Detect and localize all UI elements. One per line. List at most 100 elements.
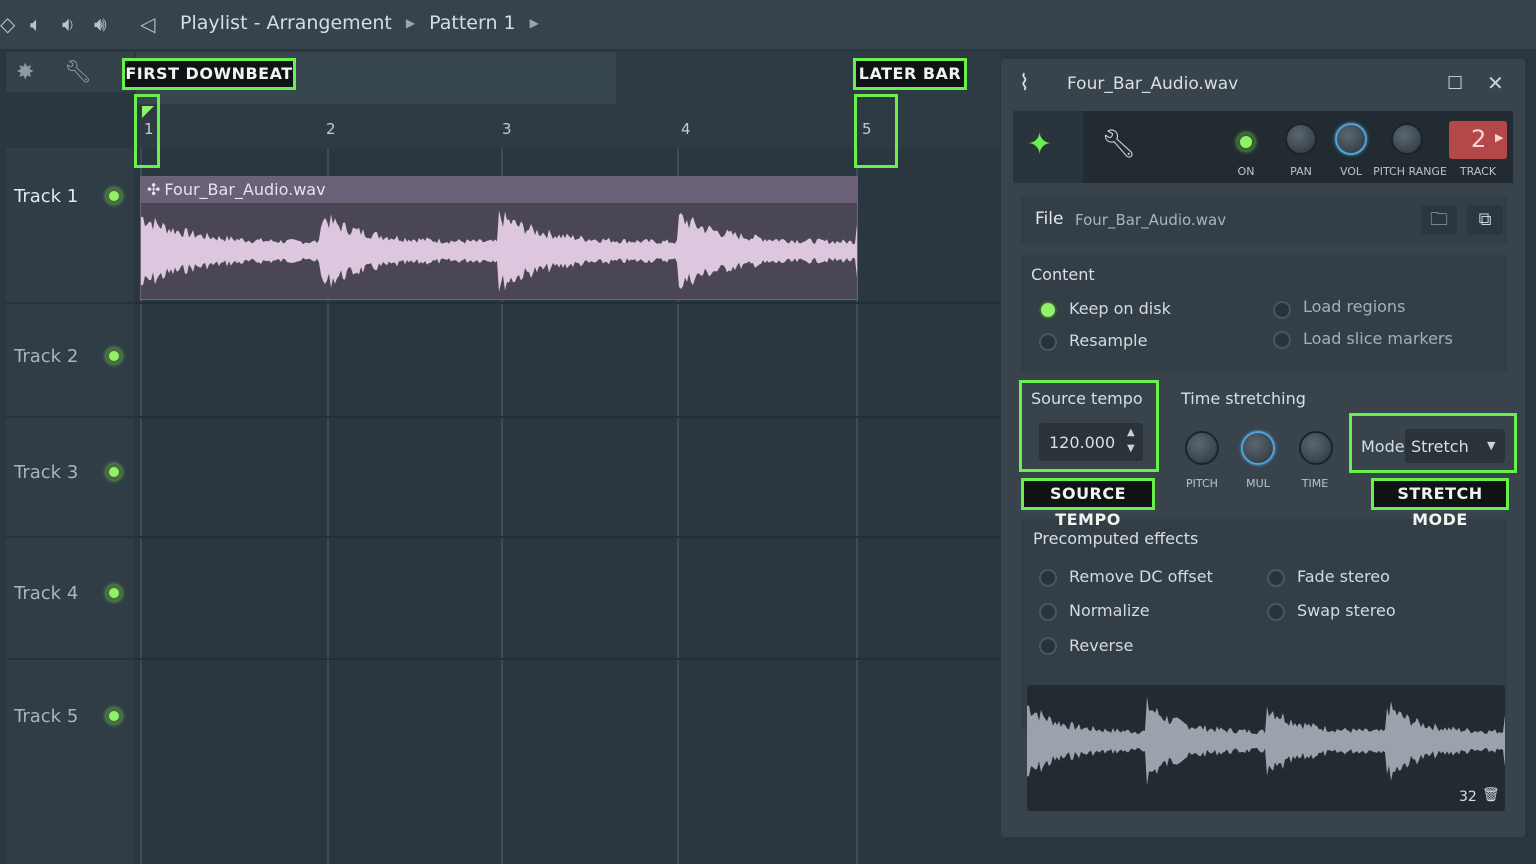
track-divider	[136, 302, 1000, 304]
track-header-column: Track 1 Track 2 Track 3 Track 4 Track 5	[6, 148, 134, 864]
breadcrumb-arrow-icon[interactable]: ▶	[530, 16, 539, 30]
track-name: Track 4	[14, 583, 79, 604]
breadcrumb-separator-icon: ▶	[405, 16, 416, 30]
remove-dc-offset-checkbox[interactable]	[1039, 569, 1057, 587]
highlight-bar-5	[854, 94, 898, 168]
file-browser-icon[interactable]: ⧉	[1467, 205, 1503, 235]
track-mute-led[interactable]	[106, 585, 122, 601]
swap-stereo-label[interactable]: Swap stereo	[1297, 601, 1396, 620]
waveform-shape	[1027, 696, 1505, 786]
audio-wave-icon: ✦	[1027, 127, 1053, 162]
track-name: Track 3	[14, 462, 79, 483]
waveform-shape	[141, 210, 857, 292]
track-name: Track 1	[14, 186, 79, 207]
maximize-icon[interactable]: ☐	[1447, 73, 1463, 94]
time-stretching-heading: Time stretching	[1181, 389, 1306, 408]
remove-dc-offset-label[interactable]: Remove DC offset	[1069, 567, 1213, 586]
track-name: Track 5	[14, 706, 79, 727]
back-arrow-icon[interactable]: ◇	[0, 14, 15, 34]
track-header-1[interactable]: Track 1	[6, 148, 134, 304]
pitch-range-label: PITCH RANGE	[1373, 165, 1447, 178]
clip-name: Four_Bar_Audio.wav	[164, 180, 326, 199]
stretch-time-knob[interactable]	[1299, 431, 1333, 465]
bar-label-4: 4	[681, 120, 691, 138]
track-mute-led[interactable]	[106, 348, 122, 364]
breadcrumb-playlist[interactable]: Playlist - Arrangement	[180, 12, 392, 34]
load-regions-label[interactable]: Load regions	[1303, 297, 1405, 316]
bar-label-3: 3	[502, 120, 512, 138]
panel-header[interactable]: ⌇ Four_Bar_Audio.wav ☐ ✕	[1001, 59, 1527, 109]
track-name: Track 2	[14, 346, 79, 367]
track-header-2[interactable]: Track 2	[6, 304, 134, 418]
stretch-mul-knob[interactable]	[1241, 431, 1275, 465]
track-divider	[136, 658, 1000, 660]
track-header-5[interactable]: Track 5	[6, 660, 134, 864]
preview-waveform	[1027, 696, 1505, 786]
waveform-icon: ⌇	[1019, 71, 1030, 96]
track-mute-led[interactable]	[106, 708, 122, 724]
speaker-mid-icon[interactable]: 🔉︎	[62, 14, 75, 34]
resample-radio[interactable]	[1039, 333, 1057, 351]
breadcrumb-pattern[interactable]: Pattern 1	[429, 12, 515, 34]
stretch-time-label: TIME	[1301, 477, 1329, 490]
stretch-pitch-knob[interactable]	[1185, 431, 1219, 465]
callout-stretch-mode: STRETCH MODE	[1371, 478, 1509, 529]
close-icon[interactable]: ✕	[1487, 71, 1504, 95]
clip-audio-icon: ✣	[147, 180, 161, 199]
bar-label-2: 2	[326, 120, 336, 138]
audio-clip[interactable]: ✣ Four_Bar_Audio.wav	[140, 176, 858, 300]
swap-stereo-checkbox[interactable]	[1267, 603, 1285, 621]
highlight-bar-1	[134, 94, 160, 168]
reverse-label[interactable]: Reverse	[1069, 636, 1133, 655]
keep-on-disk-label[interactable]: Keep on disk	[1069, 299, 1171, 318]
playlist-speaker-icon[interactable]: ◁	[140, 14, 155, 34]
callout-later-bar: LATER BAR	[853, 58, 967, 90]
load-slice-markers-radio[interactable]	[1273, 331, 1291, 349]
trash-icon[interactable]: 🗑︎	[1482, 787, 1500, 803]
callout-first-downbeat: FIRST DOWNBEAT	[122, 58, 296, 90]
clip-waveform	[141, 210, 857, 292]
speaker-low-icon[interactable]: 🔈︎	[30, 14, 42, 34]
snap-star-icon[interactable]: ✸	[16, 60, 34, 85]
mixer-track-selector[interactable]: 2 ▶	[1449, 121, 1507, 159]
sample-waveform-preview[interactable]: 32 🗑︎	[1027, 685, 1505, 811]
keep-on-disk-radio[interactable]	[1039, 301, 1057, 319]
content-section: Content Keep on disk Resample Load regio…	[1021, 255, 1507, 373]
load-regions-radio[interactable]	[1273, 301, 1291, 319]
pitch-range-knob[interactable]	[1391, 123, 1423, 155]
track-label: TRACK	[1459, 165, 1497, 178]
open-folder-icon[interactable]: 🗀	[1421, 205, 1457, 235]
highlight-source-tempo	[1019, 380, 1159, 472]
track-mute-led[interactable]	[106, 464, 122, 480]
channel-controls: ✦ 🔧︎ ON PAN VOL PITCH RANGE 2 ▶ TRACK	[1013, 111, 1513, 183]
track-mute-led[interactable]	[106, 188, 122, 204]
load-slice-markers-label[interactable]: Load slice markers	[1303, 329, 1453, 348]
tab-audio[interactable]: ✦	[1013, 111, 1083, 183]
panel-title: Four_Bar_Audio.wav	[1067, 74, 1239, 94]
breadcrumb: Playlist - Arrangement ▶ Pattern 1 ▶	[180, 12, 539, 34]
highlight-stretch-mode	[1349, 413, 1517, 473]
reverse-checkbox[interactable]	[1039, 637, 1057, 655]
fade-stereo-checkbox[interactable]	[1267, 569, 1285, 587]
audio-clip-header[interactable]: ✣ Four_Bar_Audio.wav	[141, 177, 857, 203]
wrench-icon[interactable]: 🔧︎	[64, 60, 92, 85]
track-header-4[interactable]: Track 4	[6, 538, 134, 660]
normalize-checkbox[interactable]	[1039, 603, 1057, 621]
speaker-high-icon[interactable]: 🔊︎	[94, 14, 107, 34]
normalize-label[interactable]: Normalize	[1069, 601, 1150, 620]
track-divider	[136, 416, 1000, 418]
volume-knob[interactable]	[1335, 123, 1367, 155]
playlist-tool-tray: ✸ 🔧︎	[6, 52, 134, 92]
callout-source-tempo: SOURCE TEMPO	[1021, 478, 1155, 529]
track-next-icon[interactable]: ▶	[1495, 131, 1503, 144]
top-bar: ◇ 🔈︎ 🔉︎ 🔊︎ ◁ Playlist - Arrangement ▶ Pa…	[0, 0, 1536, 50]
file-name: Four_Bar_Audio.wav	[1075, 211, 1227, 229]
tab-settings-wrench-icon[interactable]: 🔧︎	[1101, 127, 1137, 160]
track-header-3[interactable]: Track 3	[6, 418, 134, 538]
resample-label[interactable]: Resample	[1069, 331, 1147, 350]
track-number: 2	[1471, 125, 1487, 153]
file-row: File Four_Bar_Audio.wav 🗀 ⧉	[1021, 195, 1507, 245]
fade-stereo-label[interactable]: Fade stereo	[1297, 567, 1390, 586]
channel-on-toggle[interactable]	[1237, 133, 1255, 151]
pan-knob[interactable]	[1285, 123, 1317, 155]
